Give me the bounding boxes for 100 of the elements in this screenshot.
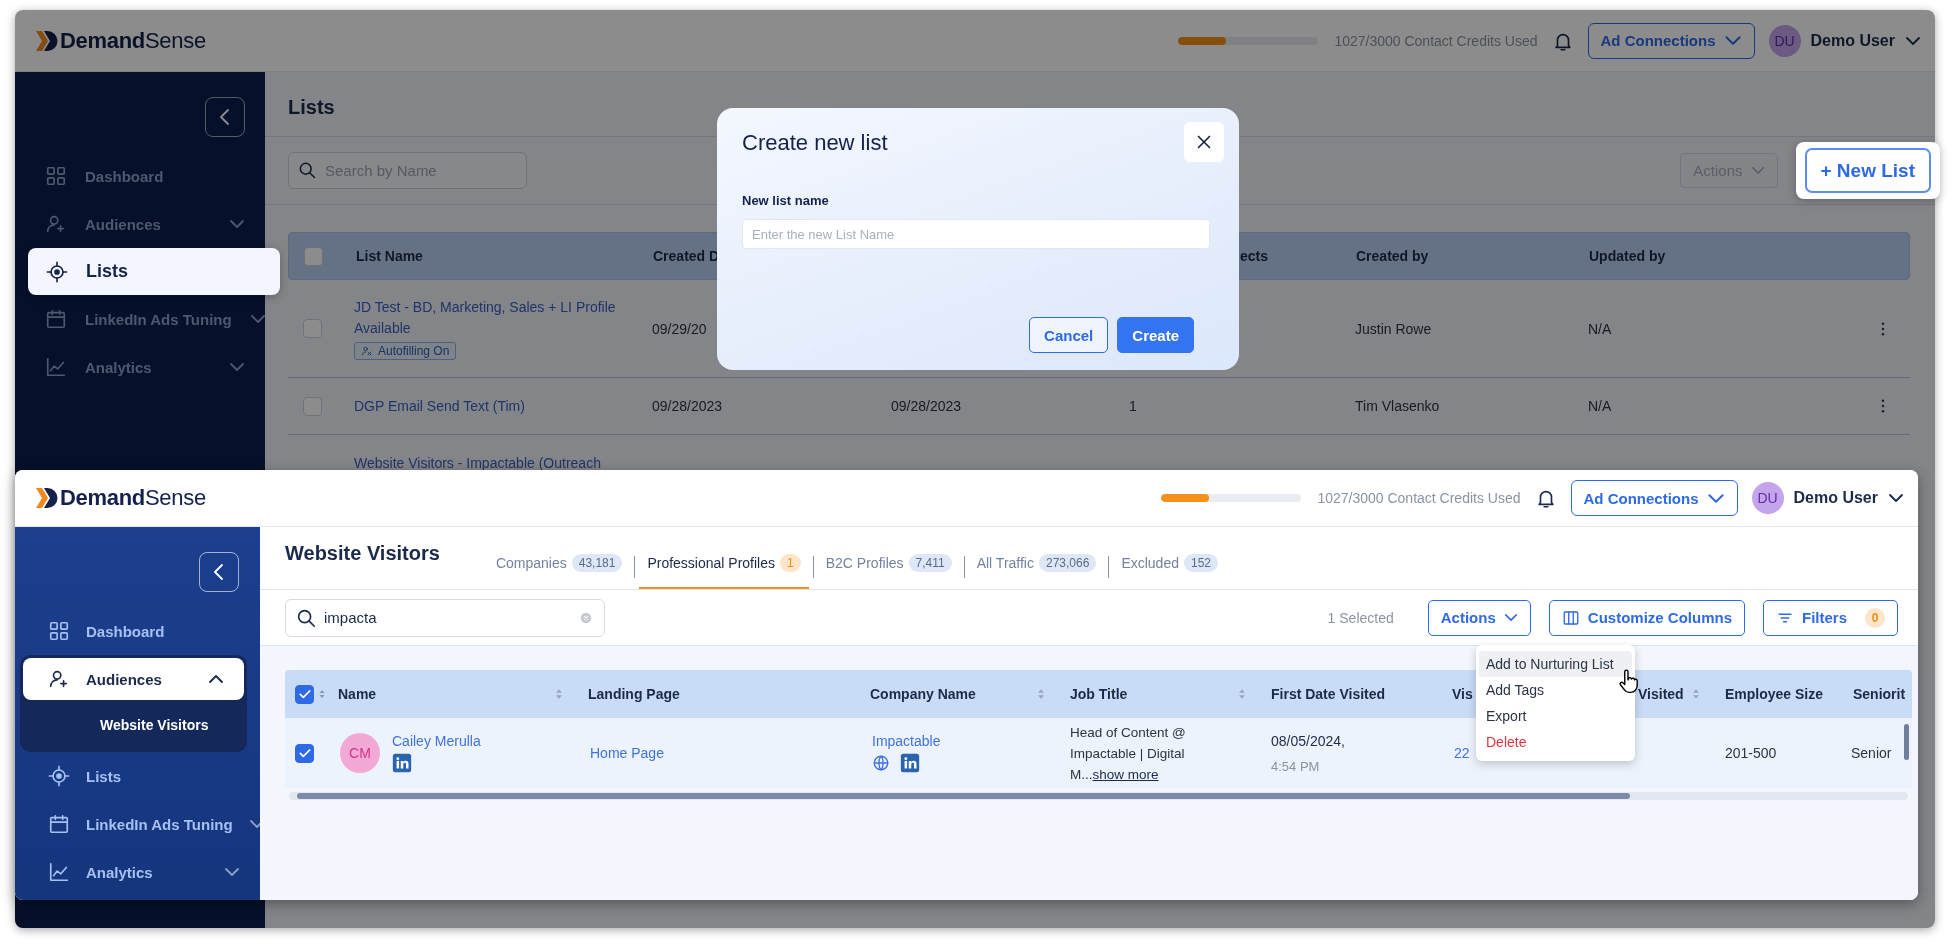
column-header: List Name (356, 248, 423, 264)
logo-mark-icon (35, 28, 59, 53)
ad-connections-button[interactable]: Ad Connections (1587, 22, 1755, 59)
line-chart-icon (45, 356, 67, 378)
person-plus-icon (45, 213, 67, 235)
sidebar-item[interactable]: LinkedIn Ads Tuning (15, 800, 260, 848)
visits-link[interactable]: 22 (1454, 745, 1470, 761)
field-label: New list name (742, 193, 830, 208)
table-cell: N/A (1588, 320, 1612, 337)
brand-name: DemandSense (60, 27, 206, 54)
count-badge: 273,066 (1039, 554, 1097, 572)
menu-item[interactable]: Delete (1479, 729, 1632, 755)
collapse-button[interactable] (205, 97, 245, 137)
collapse-button[interactable] (199, 552, 239, 592)
user-avatar: DU (1751, 482, 1784, 514)
sidebar-item[interactable]: Lists (28, 248, 280, 295)
sidebar-item[interactable]: Lists (15, 752, 260, 800)
table-cell: Senior (1851, 745, 1892, 761)
list-name-link[interactable]: JD Test - BD, Marketing, Sales + LI Profile Available (354, 297, 619, 339)
calendar-icon (45, 308, 67, 330)
line-chart-icon (48, 861, 70, 883)
tab[interactable]: Companies 43,181 (487, 549, 631, 589)
crosshair-icon (46, 260, 68, 283)
list-name-field[interactable]: Enter the new List Name (742, 219, 1210, 249)
globe-icon[interactable] (872, 754, 890, 772)
brand-name: DemandSense (60, 485, 206, 511)
credits-text: 1027/3000 Contact Credits Used (1334, 32, 1538, 49)
vertical-scrollbar[interactable] (1904, 724, 1909, 760)
time-text: 4:54 PM (1271, 758, 1320, 774)
checkbox[interactable] (295, 684, 314, 704)
sidebar-item[interactable]: Dashboard (15, 607, 260, 655)
person-x-icon (361, 345, 373, 357)
sidebar-item[interactable]: LinkedIn Ads Tuning (15, 295, 265, 343)
user-menu[interactable]: DU Demo User (1751, 482, 1904, 514)
sidebar-item[interactable]: Audiences (23, 658, 244, 700)
linkedin-icon[interactable] (392, 753, 412, 773)
column-header: Vis (1452, 686, 1473, 702)
columns-icon (1561, 608, 1580, 627)
column-header: Seniorit (1853, 686, 1906, 702)
table-cell: 1 (1129, 398, 1137, 414)
column-header: Visited (1638, 686, 1684, 702)
column-header: Employee Size (1725, 686, 1824, 702)
table-cell: Justin Rowe (1355, 320, 1432, 337)
close-button[interactable] (1184, 122, 1224, 162)
calendar-icon (48, 813, 70, 835)
actions-button[interactable]: Actions (1427, 599, 1531, 636)
checkbox[interactable] (295, 743, 314, 763)
tab[interactable]: B2C Profiles 7,411 (817, 549, 960, 589)
grid-icon (45, 165, 67, 187)
crosshair-icon (48, 765, 70, 787)
list-name-link[interactable]: DGP Email Send Text (Tim) (354, 395, 525, 417)
linkedin-icon[interactable] (900, 753, 920, 773)
filters-button[interactable]: Filters 0 (1763, 599, 1898, 636)
tab[interactable]: All Traffic 273,066 (968, 549, 1105, 589)
sidebar-item[interactable]: Audiences (15, 200, 265, 248)
list-name-link[interactable]: Website Visitors - Impactable (Outreach (354, 452, 601, 474)
column-header: Job Title (1070, 686, 1128, 702)
sidebar-item[interactable]: Dashboard (15, 152, 265, 200)
count-badge: 7,411 (908, 554, 952, 572)
customize-columns-button[interactable]: Customize Columns (1548, 599, 1745, 636)
column-header: Name (338, 686, 377, 702)
chevron-down-icon (1706, 492, 1725, 504)
tab[interactable]: Excluded 152 (1113, 549, 1226, 589)
create-button[interactable]: Create (1117, 317, 1194, 353)
user-avatar: DU (1768, 24, 1801, 57)
tag-text: Autofilling On (378, 344, 450, 358)
person-plus-icon (48, 668, 70, 690)
column-header: ects (1240, 248, 1269, 264)
chevron-left-icon (213, 563, 225, 581)
selection-count: 1 Selected (1327, 609, 1394, 626)
horizontal-scrollbar[interactable] (289, 792, 1908, 800)
person-avatar: CM (340, 733, 380, 773)
landing-page-link[interactable]: Home Page (590, 745, 664, 761)
column-header: First Date Visited (1271, 686, 1386, 702)
cancel-button[interactable]: Cancel (1029, 317, 1109, 353)
search-field[interactable]: impacta (285, 598, 605, 637)
ad-connections-button[interactable]: Ad Connections (1570, 480, 1738, 516)
column-header: Company Name (870, 686, 976, 702)
column-header: Landing Page (588, 686, 680, 702)
chevron-down-icon (1888, 493, 1904, 503)
count-badge: 152 (1183, 554, 1218, 572)
table-cell: 09/28/2023 (652, 398, 723, 414)
chevron-down-icon (1905, 35, 1921, 46)
menu-item[interactable]: Export (1479, 703, 1632, 729)
sidebar-item[interactable]: Analytics (15, 848, 260, 896)
submenu-item[interactable]: Website Visitors (23, 700, 244, 750)
menu-item[interactable]: Add to Nurturing List (1479, 651, 1632, 677)
show-more-link[interactable]: show more (1092, 766, 1159, 782)
sidebar-item[interactable]: Analytics (15, 343, 265, 391)
new-list-button[interactable]: + New List (1804, 148, 1931, 193)
chevron-down-icon (1750, 166, 1765, 175)
search-icon (297, 160, 317, 180)
person-name-link[interactable]: Cailey Merulla (392, 733, 481, 749)
column-header: Updated by (1589, 248, 1666, 264)
table-cell: Tim Vlasenko (1355, 398, 1440, 414)
user-name: Demo User (1793, 489, 1878, 507)
chevron-down-icon (1723, 35, 1742, 46)
company-link[interactable]: Impactable (872, 733, 941, 749)
column-header: Created by (1356, 248, 1429, 264)
user-menu[interactable]: DU Demo User (1768, 24, 1921, 57)
